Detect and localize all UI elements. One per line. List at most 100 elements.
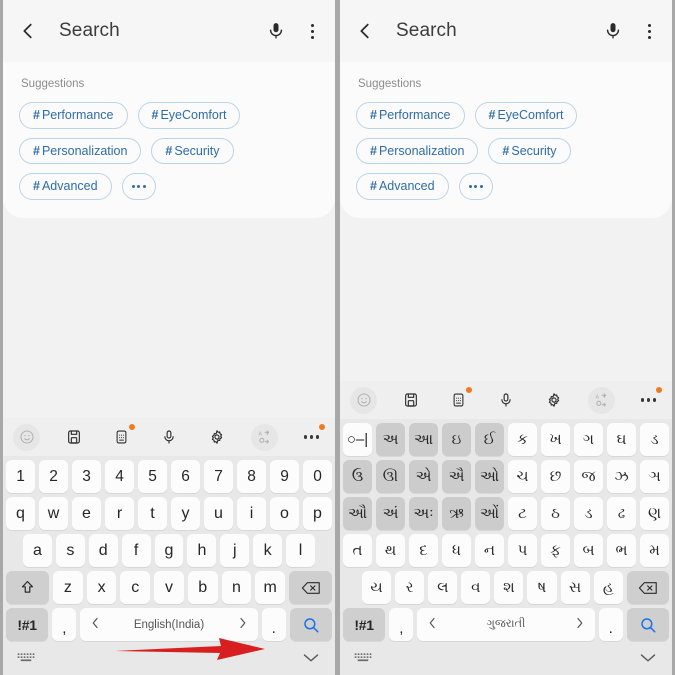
comma-key[interactable]: , [389,608,414,641]
suggestion-chip[interactable]: # EyeComfort [474,102,578,129]
key-gu-ka[interactable]: ક [508,423,537,456]
key-d[interactable]: d [88,534,118,567]
key-n[interactable]: n [221,571,252,604]
key-gu-ra[interactable]: ર [395,571,425,604]
more-suggestions-icon[interactable] [458,173,493,200]
key-gu-uu[interactable]: ઊ [376,460,405,493]
suggestion-chip[interactable]: # Performance [356,102,465,129]
search-magnifier-icon[interactable] [289,608,332,641]
keyboard-toggle-icon[interactable] [17,651,37,669]
key-gu-nna[interactable]: ણ [640,497,669,530]
key-gu-kha[interactable]: ખ [541,423,570,456]
key-y[interactable]: y [171,497,200,530]
key-gu-bha[interactable]: ભ [607,534,636,567]
suggestion-chip[interactable]: # Advanced [356,173,449,200]
key-gu-ddha[interactable]: ઢ [607,497,636,530]
key-gu-ba[interactable]: બ [574,534,603,567]
key-gu-anusvara[interactable]: અં [376,497,405,530]
key-gu-ii[interactable]: ઈ [475,423,504,456]
key-gu-au[interactable]: ઔ [343,497,372,530]
key-g[interactable]: g [154,534,184,567]
more-options-icon[interactable] [303,20,321,42]
backspace-icon[interactable] [626,571,669,604]
search-magnifier-icon[interactable] [626,608,669,641]
key-o[interactable]: o [270,497,299,530]
key-gu-ya[interactable]: ય [362,571,392,604]
key-gu-na[interactable]: ન [475,534,504,567]
key-gu-cha[interactable]: ચ [508,460,537,493]
keyboard-toggle-icon[interactable] [354,651,374,669]
symbols-toggle-key[interactable]: !#1 [6,608,49,641]
back-chevron-icon[interactable] [354,20,376,42]
key-e[interactable]: e [72,497,101,530]
key-v[interactable]: v [154,571,184,604]
suggestion-chip[interactable]: # Performance [19,102,128,129]
settings-gear-icon[interactable] [203,424,230,451]
key-gu-dda[interactable]: ડ [574,497,603,530]
key-gu-jha[interactable]: ઝ [607,460,636,493]
more-horizontal-icon[interactable] [298,423,325,451]
translate-icon[interactable]: A [587,386,615,414]
key-q[interactable]: q [6,497,35,530]
key-j[interactable]: j [220,534,250,567]
key-f[interactable]: f [121,534,151,567]
key-gu-tha[interactable]: થ [376,534,405,567]
key-gu-aa[interactable]: આ [409,423,438,456]
key-gu-va[interactable]: વ [461,571,491,604]
key-1[interactable]: 1 [6,460,35,493]
key-w[interactable]: w [39,497,68,530]
key-gu-ai[interactable]: ઐ [442,460,471,493]
microphone-icon[interactable] [493,387,520,414]
key-matra-placeholder[interactable]: ○–| [343,423,372,456]
key-gu-gha[interactable]: ઘ [607,423,636,456]
key-u[interactable]: u [204,497,233,530]
translate-icon[interactable]: A [250,423,278,451]
key-gu-o[interactable]: ઓ [475,460,504,493]
key-gu-ta[interactable]: ત [343,534,372,567]
key-a[interactable]: a [23,534,52,567]
chevron-right-icon[interactable] [238,617,247,632]
space-bar[interactable]: ગુજરાતી [417,608,595,641]
key-gu-da[interactable]: દ [409,534,438,567]
microphone-icon[interactable] [602,20,624,42]
key-gu-e[interactable]: એ [409,460,438,493]
comma-key[interactable]: , [52,608,77,641]
key-c[interactable]: c [120,571,151,604]
key-gu-ha[interactable]: હ [593,571,623,604]
chevron-down-icon[interactable] [638,651,658,669]
key-gu-nya[interactable]: ઞ [640,460,669,493]
chevron-left-icon[interactable] [91,617,100,632]
key-gu-la[interactable]: લ [428,571,458,604]
more-suggestions-icon[interactable] [121,173,156,200]
key-3[interactable]: 3 [72,460,101,493]
key-5[interactable]: 5 [138,460,167,493]
suggestion-chip[interactable]: # EyeComfort [137,102,241,129]
key-gu-dha[interactable]: ધ [442,534,471,567]
key-z[interactable]: z [53,571,83,604]
key-gu-sa[interactable]: સ [560,571,590,604]
emoji-icon[interactable] [350,386,377,414]
key-gu-ma[interactable]: મ [640,534,669,567]
key-p[interactable]: p [303,497,332,530]
symbols-toggle-key[interactable]: !#1 [343,608,386,641]
space-bar[interactable]: English(India) [80,608,258,641]
key-i[interactable]: i [237,497,266,530]
key-gu-ri[interactable]: ઋ [442,497,471,530]
key-k[interactable]: k [253,534,283,567]
key-9[interactable]: 9 [270,460,299,493]
more-horizontal-icon[interactable] [635,386,662,414]
key-gu-ga[interactable]: ગ [574,423,603,456]
microphone-icon[interactable] [156,424,183,451]
key-gu-a[interactable]: અ [376,423,405,456]
chevron-down-icon[interactable] [301,651,321,669]
key-gu-ssa[interactable]: ષ [527,571,557,604]
key-0[interactable]: 0 [303,460,332,493]
emoji-icon[interactable] [13,423,40,451]
key-t[interactable]: t [138,497,167,530]
key-gu-sha[interactable]: શ [494,571,524,604]
keyboard-mode-icon[interactable] [445,386,472,414]
key-gu-pha[interactable]: ફ [541,534,570,567]
backspace-icon[interactable] [288,571,333,604]
key-m[interactable]: m [255,571,285,604]
shift-arrow-icon[interactable] [5,571,50,604]
